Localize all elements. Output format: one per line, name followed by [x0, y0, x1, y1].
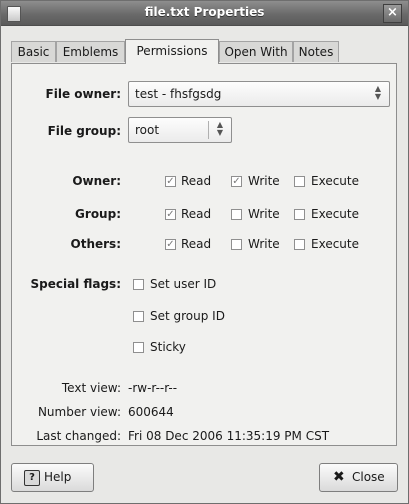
spin-arrows-icon: ▲ ▼ [216, 120, 224, 137]
file-owner-label: File owner: [45, 87, 121, 101]
group-write-label: Write [248, 207, 280, 221]
file-group-value: root [135, 123, 160, 137]
help-label: Help [44, 470, 72, 484]
title-bar[interactable]: file.txt Properties × [1, 1, 408, 26]
set-group-id-checkbox[interactable] [133, 311, 144, 322]
others-execute-checkbox[interactable] [294, 239, 305, 250]
window-title: file.txt Properties [144, 5, 265, 19]
close-button[interactable]: ✖ Close [319, 463, 398, 492]
set-user-id-checkbox[interactable] [133, 279, 144, 290]
sticky-checkbox[interactable] [133, 342, 144, 353]
group-read-checkbox[interactable]: ✓ [165, 209, 176, 220]
file-owner-combo[interactable]: test - fhsfgsdg ▲ ▼ [128, 81, 390, 107]
close-label: Close [352, 470, 385, 484]
spin-arrows-icon: ▲ ▼ [374, 84, 382, 101]
sticky-label: Sticky [150, 340, 186, 354]
owner-write-label: Write [248, 174, 280, 188]
window-close-button[interactable]: × [383, 4, 402, 23]
others-read-checkbox[interactable]: ✓ [165, 239, 176, 250]
owner-execute-checkbox[interactable] [294, 176, 305, 187]
set-user-id-label: Set user ID [150, 277, 217, 291]
help-button[interactable]: ? Help [11, 463, 94, 492]
file-owner-value: test - fhsfgsdg [135, 87, 222, 101]
tab-notes[interactable]: Notes [293, 41, 339, 62]
last-changed-value: Fri 08 Dec 2006 11:35:19 PM CST [128, 429, 330, 443]
owner-execute-label: Execute [311, 174, 359, 188]
owner-write-checkbox[interactable]: ✓ [231, 176, 242, 187]
file-group-combo[interactable]: root ▲ ▼ [128, 117, 232, 143]
set-group-id-label: Set group ID [150, 309, 225, 323]
group-execute-checkbox[interactable] [294, 209, 305, 220]
number-view-value: 600644 [128, 405, 174, 419]
tab-permissions[interactable]: Permissions [125, 39, 219, 64]
group-execute-label: Execute [311, 207, 359, 221]
properties-window: file.txt Properties × Basic Emblems Perm… [0, 0, 409, 504]
tab-emblems[interactable]: Emblems [56, 41, 125, 62]
text-view-label: Text view: [61, 381, 121, 395]
number-view-label: Number view: [37, 405, 121, 419]
special-flags-label: Special flags: [30, 277, 121, 291]
tab-basic[interactable]: Basic [11, 41, 56, 62]
others-execute-label: Execute [311, 237, 359, 251]
help-icon: ? [24, 470, 40, 486]
group-read-label: Read [181, 207, 212, 221]
owner-perm-label: Owner: [72, 174, 121, 188]
close-icon: ✖ [333, 469, 345, 485]
owner-read-checkbox[interactable]: ✓ [165, 176, 176, 187]
group-write-checkbox[interactable] [231, 209, 242, 220]
file-group-label: File group: [47, 124, 121, 138]
combo-separator [208, 121, 209, 139]
text-view-value: -rw-r--r-- [128, 381, 178, 395]
group-perm-label: Group: [75, 207, 121, 221]
tab-open-with[interactable]: Open With [219, 41, 293, 62]
permissions-panel: File owner: test - fhsfgsdg ▲ ▼ File grou… [11, 63, 397, 446]
others-write-label: Write [248, 237, 280, 251]
last-changed-label: Last changed: [36, 429, 121, 443]
others-write-checkbox[interactable] [231, 239, 242, 250]
others-read-label: Read [181, 237, 212, 251]
owner-read-label: Read [181, 174, 212, 188]
others-perm-label: Others: [70, 237, 121, 251]
